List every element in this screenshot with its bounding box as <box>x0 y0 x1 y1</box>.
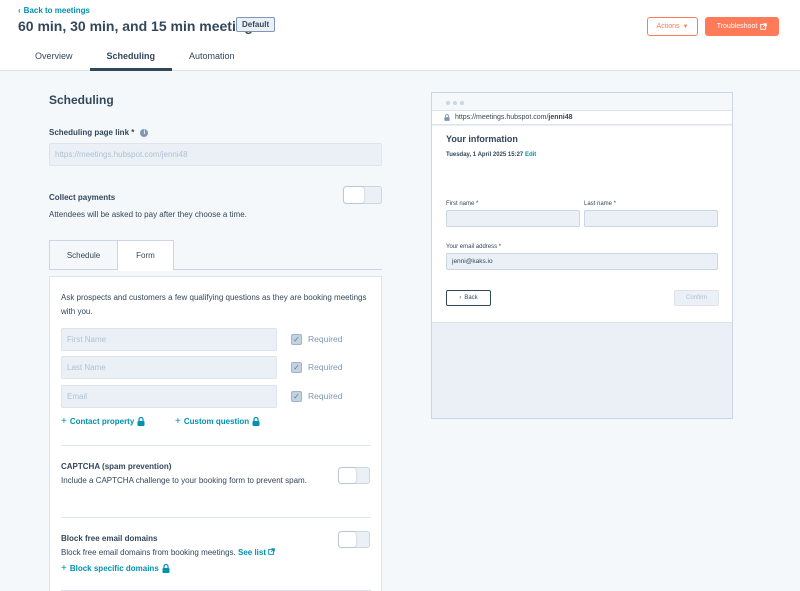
window-dot-icon <box>453 101 457 105</box>
add-contact-property-button[interactable]: + Contact property <box>61 416 145 427</box>
window-dot-icon <box>460 101 464 105</box>
form-subtabs: Schedule Form <box>49 240 382 271</box>
troubleshoot-label: Troubleshoot <box>716 23 758 30</box>
preview-title: Your information <box>446 134 518 144</box>
chevron-left-icon: ‹ <box>459 295 462 301</box>
last-name-required-checkbox[interactable]: ✓ <box>291 362 302 373</box>
preview-date: Tuesday, 1 April 2025 15:27 <box>446 152 524 158</box>
page-header: ‹ Back to meetings 60 min, 30 min, and 15… <box>0 0 800 71</box>
tab-overview[interactable]: Overview <box>18 44 90 71</box>
contact-property-label: Contact property <box>69 417 135 426</box>
lock-icon <box>444 114 450 121</box>
booking-preview: https://meetings.hubspot.com/jenni48 You… <box>431 92 733 419</box>
window-dot-icon <box>446 101 450 105</box>
toggle-knob <box>339 532 356 547</box>
see-list-link[interactable]: See list <box>238 548 266 557</box>
lock-icon <box>162 564 170 573</box>
preview-back-label: Back <box>464 295 478 301</box>
block-specific-label: Block specific domains <box>69 564 159 573</box>
lock-icon <box>137 417 145 426</box>
page-title: 60 min, 30 min, and 15 min meeting <box>18 18 253 34</box>
preview-last-name-input[interactable] <box>584 210 718 227</box>
form-description: Ask prospects and customers a few qualif… <box>61 293 367 316</box>
lock-icon <box>252 417 260 426</box>
tab-automation[interactable]: Automation <box>172 44 252 71</box>
collect-payments-title: Collect payments <box>49 193 116 202</box>
preview-email-label: Your email address * <box>446 244 502 250</box>
subtab-form[interactable]: Form <box>117 240 174 271</box>
first-name-field: First Name <box>61 328 277 351</box>
add-custom-question-button[interactable]: + Custom question <box>175 416 260 427</box>
scheduling-link-label: Scheduling page link * i <box>49 128 149 137</box>
scheduling-link-input[interactable]: https://meetings.hubspot.com/jenni48 <box>49 143 382 166</box>
tab-scheduling[interactable]: Scheduling <box>89 44 173 71</box>
collect-payments-desc: Attendees will be asked to pay after the… <box>49 210 247 219</box>
chevron-left-icon: ‹ <box>18 6 21 15</box>
preview-url-bar: https://meetings.hubspot.com/jenni48 <box>432 111 732 125</box>
back-link-label: Back to meetings <box>23 6 90 15</box>
toggle-knob <box>344 187 364 203</box>
toggle-knob <box>339 468 356 483</box>
preview-confirm-button[interactable]: Confirm <box>674 290 719 306</box>
captcha-desc: Include a CAPTCHA challenge to your book… <box>61 476 307 485</box>
troubleshoot-button[interactable]: Troubleshoot <box>705 17 779 36</box>
first-name-required-label: Required <box>308 334 343 344</box>
email-required-checkbox[interactable]: ✓ <box>291 391 302 402</box>
subtab-schedule[interactable]: Schedule <box>49 240 118 270</box>
default-badge: Default <box>236 17 276 32</box>
preview-browser-bar <box>432 93 732 111</box>
preview-email-input[interactable]: jenni@kaks.io <box>446 253 718 270</box>
preview-first-name-label: First name * <box>446 201 479 207</box>
captcha-toggle[interactable] <box>338 467 370 484</box>
external-link-icon <box>268 548 275 555</box>
block-email-title: Block free email domains <box>61 534 158 543</box>
email-field: Email <box>61 385 277 408</box>
preview-back-button[interactable]: ‹ Back <box>446 290 491 306</box>
email-required-label: Required <box>308 391 343 401</box>
block-email-toggle[interactable] <box>338 531 370 548</box>
form-settings-panel: Ask prospects and customers a few qualif… <box>49 276 382 591</box>
first-name-required-checkbox[interactable]: ✓ <box>291 334 302 345</box>
block-email-desc-row: Block free email domains from booking me… <box>61 546 361 560</box>
plus-icon: + <box>61 563 67 574</box>
divider <box>61 445 371 446</box>
plus-icon: + <box>175 416 181 427</box>
external-link-icon <box>760 23 768 30</box>
preview-first-name-input[interactable] <box>446 210 580 227</box>
preview-date-row: Tuesday, 1 April 2025 15:27 Edit <box>446 152 536 158</box>
main-tabs: Overview Scheduling Automation <box>18 44 252 71</box>
divider <box>61 517 371 518</box>
custom-question-label: Custom question <box>183 417 250 426</box>
captcha-title: CAPTCHA (spam prevention) <box>61 462 172 471</box>
info-icon[interactable]: i <box>140 129 149 137</box>
block-specific-domains-button[interactable]: + Block specific domains <box>61 563 170 574</box>
preview-edit-link[interactable]: Edit <box>525 152 536 158</box>
preview-url-user: jenni48 <box>548 114 573 121</box>
last-name-required-label: Required <box>308 362 343 372</box>
caret-down-icon: ▼ <box>682 23 689 30</box>
last-name-field: Last Name <box>61 356 277 379</box>
section-title: Scheduling <box>49 93 114 107</box>
see-list-label: See list <box>237 548 266 557</box>
actions-label: Actions <box>656 23 680 30</box>
preview-last-name-label: Last name * <box>584 201 617 207</box>
block-email-desc: Block free email domains from booking me… <box>61 548 236 557</box>
preview-url-prefix: https://meetings.hubspot.com/ <box>455 114 549 121</box>
actions-button[interactable]: Actions ▼ <box>647 17 698 36</box>
collect-payments-toggle[interactable] <box>343 186 382 204</box>
scheduling-link-label-text: Scheduling page link * <box>49 128 135 137</box>
back-to-meetings-link[interactable]: ‹ Back to meetings <box>18 6 90 15</box>
plus-icon: + <box>61 416 67 427</box>
